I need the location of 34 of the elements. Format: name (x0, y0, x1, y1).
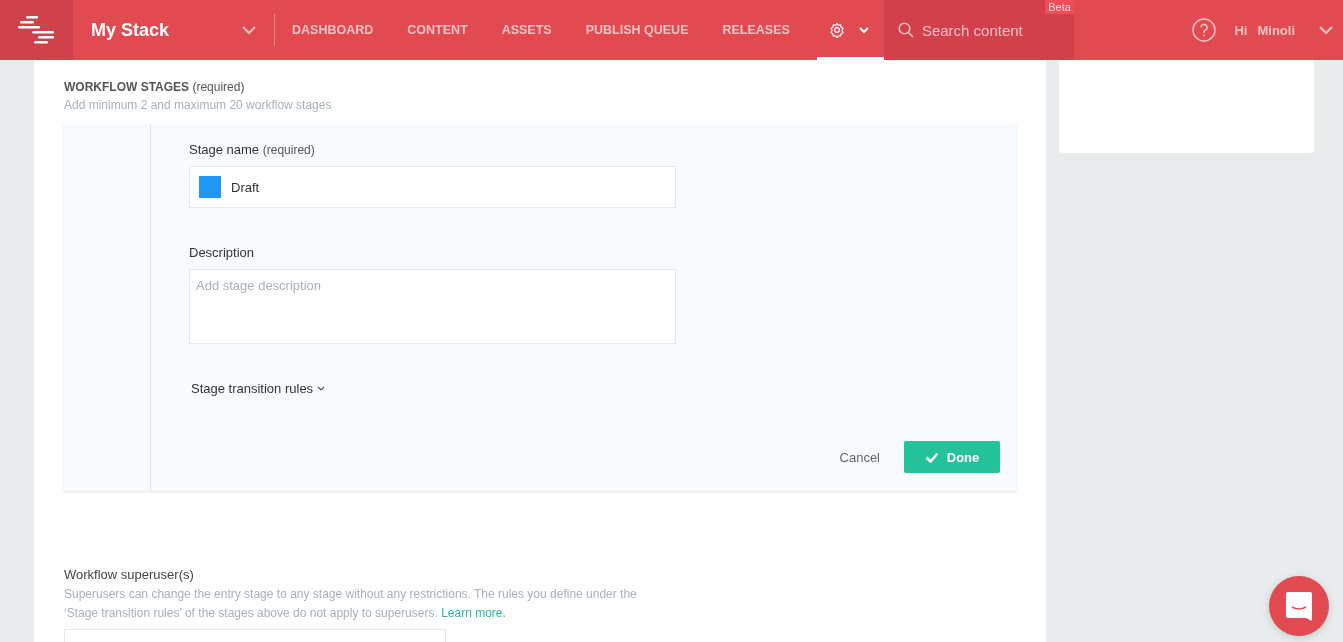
chevron-down-icon (858, 26, 869, 34)
chevron-down-icon (317, 385, 326, 392)
section-hint: Add minimum 2 and maximum 20 workflow stages (64, 98, 333, 112)
learn-more-link[interactable]: Learn more. (441, 606, 506, 620)
chevron-down-icon[interactable] (1319, 25, 1333, 35)
nav-tab[interactable]: PUBLISH QUEUE (568, 0, 706, 60)
greeting-text: Hi (1234, 22, 1248, 38)
field-label: Description (189, 245, 256, 260)
section-title: WORKFLOW STAGES (required) (64, 80, 246, 94)
color-swatch[interactable] (199, 176, 221, 198)
description-field[interactable]: Add stage description (189, 269, 676, 344)
field-label: Stage name (required) (189, 142, 316, 157)
stack-selector[interactable]: My Stack (73, 14, 275, 46)
nav-tab[interactable]: RELEASES (705, 0, 807, 60)
search-field[interactable]: Search content Beta (883, 0, 1074, 60)
settings-icon (828, 22, 845, 38)
chat-icon (1285, 591, 1313, 621)
help-icon[interactable] (1192, 18, 1217, 42)
beta-badge: Beta (1045, 0, 1074, 14)
done-button[interactable]: Done (904, 441, 1000, 473)
superusers-description: Superusers can change the entry stage to any stage without any restrictions. The rules you define under the ‘Stage transition rules’ of the stages above do not apply to superusers. Learn more. (64, 586, 638, 622)
search-icon (897, 22, 914, 38)
check-icon (924, 451, 939, 463)
user-name[interactable]: Minoli (1257, 22, 1295, 38)
nav-tab[interactable]: DASHBOARD (275, 0, 391, 60)
section-title: Workflow superuser(s) (64, 567, 195, 582)
transition-rules-toggle[interactable]: Stage transition rules (191, 381, 326, 396)
chevron-down-icon (242, 25, 256, 35)
chat-button[interactable] (1269, 576, 1329, 636)
stage-name-field[interactable]: Draft (189, 166, 676, 208)
logo-icon[interactable] (0, 0, 73, 60)
nav-tab[interactable]: CONTENT (390, 0, 485, 60)
cancel-button[interactable]: Cancel (839, 443, 880, 471)
nav-tab[interactable]: ASSETS (484, 0, 569, 60)
